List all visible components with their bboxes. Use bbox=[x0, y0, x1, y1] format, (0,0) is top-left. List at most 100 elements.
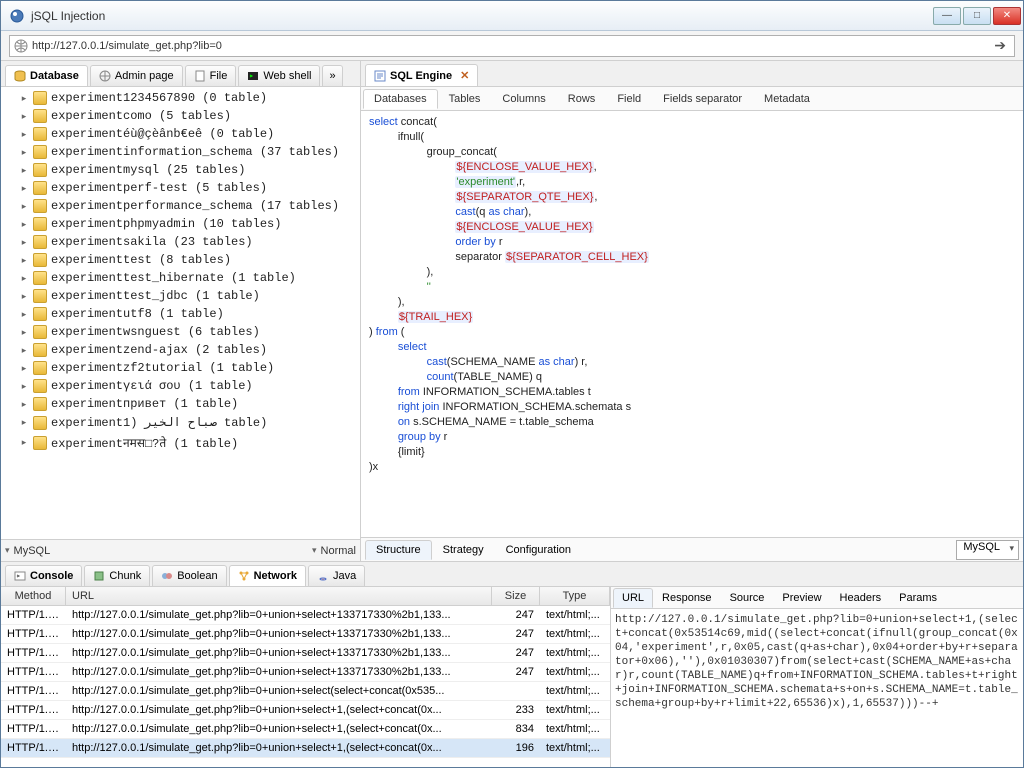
expander-icon[interactable]: ▸ bbox=[19, 381, 29, 391]
network-row[interactable]: HTTP/1.1...http://127.0.0.1/simulate_get… bbox=[1, 644, 610, 663]
network-row[interactable]: HTTP/1.1...http://127.0.0.1/simulate_get… bbox=[1, 739, 610, 758]
expander-icon[interactable]: ▸ bbox=[19, 291, 29, 301]
expander-icon[interactable]: ▸ bbox=[19, 219, 29, 229]
tab-sql-engine[interactable]: SQL Engine ✕ bbox=[365, 64, 478, 86]
status-db-engine[interactable]: ▾MySQL bbox=[5, 545, 50, 557]
tree-item[interactable]: ▸experiment1) صباح الخير table) bbox=[1, 413, 360, 432]
tree-item[interactable]: ▸experimentzf2tutorial (1 table) bbox=[1, 359, 360, 377]
bottomtab-boolean[interactable]: Boolean bbox=[152, 565, 226, 586]
url-field[interactable]: http://127.0.0.1/simulate_get.php?lib=0 … bbox=[9, 35, 1015, 57]
close-button[interactable]: ✕ bbox=[993, 7, 1021, 25]
structtab-configuration[interactable]: Configuration bbox=[495, 540, 582, 560]
expander-icon[interactable]: ▸ bbox=[19, 165, 29, 175]
detailtab-source[interactable]: Source bbox=[721, 588, 774, 608]
tree-item[interactable]: ▸experimentनमस□?ते (1 table) bbox=[1, 432, 360, 453]
expander-icon[interactable]: ▸ bbox=[19, 183, 29, 193]
tree-item[interactable]: ▸experimentzend-ajax (2 tables) bbox=[1, 341, 360, 359]
tree-item[interactable]: ▸experimentéù@çèânb€eê (0 table) bbox=[1, 125, 360, 143]
detail-body[interactable]: http://127.0.0.1/simulate_get.php?lib=0+… bbox=[611, 609, 1023, 767]
network-row[interactable]: HTTP/1.1...http://127.0.0.1/simulate_get… bbox=[1, 720, 610, 739]
network-row[interactable]: HTTP/1.1...http://127.0.0.1/simulate_get… bbox=[1, 625, 610, 644]
network-row[interactable]: HTTP/1.1...http://127.0.0.1/simulate_get… bbox=[1, 701, 610, 720]
structure-row: Structure Strategy Configuration MySQL bbox=[361, 537, 1023, 561]
tree-item[interactable]: ▸experimentmysql (25 tables) bbox=[1, 161, 360, 179]
tree-item[interactable]: ▸experimenttest (8 tables) bbox=[1, 251, 360, 269]
tree-item[interactable]: ▸experimentperf-test (5 tables) bbox=[1, 179, 360, 197]
subtab-metadata[interactable]: Metadata bbox=[753, 89, 821, 109]
db-type-select[interactable]: MySQL bbox=[956, 540, 1019, 560]
database-icon bbox=[33, 325, 47, 339]
expander-icon[interactable]: ▸ bbox=[19, 255, 29, 265]
terminal-icon bbox=[247, 70, 259, 82]
tab-database[interactable]: Database bbox=[5, 65, 88, 86]
detailtab-preview[interactable]: Preview bbox=[773, 588, 830, 608]
network-icon bbox=[238, 570, 250, 582]
bottomtab-java[interactable]: Java bbox=[308, 565, 365, 586]
tree-item[interactable]: ▸experimentinformation_schema (37 tables… bbox=[1, 143, 360, 161]
tree-label: experimentпривет (1 table) bbox=[51, 397, 238, 411]
header-type[interactable]: Type bbox=[540, 587, 610, 605]
detailtab-url[interactable]: URL bbox=[613, 588, 653, 608]
network-rows[interactable]: HTTP/1.1...http://127.0.0.1/simulate_get… bbox=[1, 606, 610, 767]
tree-item[interactable]: ▸experimentsakila (23 tables) bbox=[1, 233, 360, 251]
detailtab-headers[interactable]: Headers bbox=[831, 588, 891, 608]
tab-file[interactable]: File bbox=[185, 65, 237, 86]
expander-icon[interactable]: ▸ bbox=[19, 418, 29, 428]
network-row[interactable]: HTTP/1.1...http://127.0.0.1/simulate_get… bbox=[1, 663, 610, 682]
expander-icon[interactable]: ▸ bbox=[19, 309, 29, 319]
tab-admin-page[interactable]: Admin page bbox=[90, 65, 183, 86]
tree-item[interactable]: ▸ experimentпривет (1 table) bbox=[1, 395, 360, 413]
tab-web-shell[interactable]: Web shell bbox=[238, 65, 320, 86]
minimize-button[interactable]: — bbox=[933, 7, 961, 25]
database-icon bbox=[33, 361, 47, 375]
tree-item[interactable]: ▸experimentγειά σου (1 table) bbox=[1, 377, 360, 395]
expander-icon[interactable]: ▸ bbox=[19, 399, 29, 409]
subtab-field[interactable]: Field bbox=[606, 89, 652, 109]
subtab-columns[interactable]: Columns bbox=[491, 89, 556, 109]
detailtab-params[interactable]: Params bbox=[890, 588, 946, 608]
close-tab-icon[interactable]: ✕ bbox=[460, 69, 469, 82]
go-arrow-icon[interactable]: ➔ bbox=[990, 37, 1010, 54]
expander-icon[interactable]: ▸ bbox=[19, 363, 29, 373]
network-row[interactable]: HTTP/1.1...http://127.0.0.1/simulate_get… bbox=[1, 682, 610, 701]
tree-item[interactable]: ▸experimenttest_hibernate (1 table) bbox=[1, 269, 360, 287]
expander-icon[interactable]: ▸ bbox=[19, 273, 29, 283]
expander-icon[interactable]: ▸ bbox=[19, 237, 29, 247]
bottomtab-network[interactable]: Network bbox=[229, 565, 306, 586]
expander-icon[interactable]: ▸ bbox=[19, 201, 29, 211]
expander-icon[interactable]: ▸ bbox=[19, 438, 29, 448]
subtab-rows[interactable]: Rows bbox=[557, 89, 607, 109]
tree-item[interactable]: ▸experimentcomo (5 tables) bbox=[1, 107, 360, 125]
detailtab-response[interactable]: Response bbox=[653, 588, 721, 608]
subtab-fields-separator[interactable]: Fields separator bbox=[652, 89, 753, 109]
tab-overflow[interactable]: » bbox=[322, 65, 342, 86]
expander-icon[interactable]: ▸ bbox=[19, 327, 29, 337]
tree-item[interactable]: ▸experimentutf8 (1 table) bbox=[1, 305, 360, 323]
structtab-strategy[interactable]: Strategy bbox=[432, 540, 495, 560]
expander-icon[interactable]: ▸ bbox=[19, 147, 29, 157]
tree-item[interactable]: ▸experimentphpmyadmin (10 tables) bbox=[1, 215, 360, 233]
subtab-databases[interactable]: Databases bbox=[363, 89, 438, 109]
expander-icon[interactable]: ▸ bbox=[19, 345, 29, 355]
expander-icon[interactable]: ▸ bbox=[19, 111, 29, 121]
network-row[interactable]: HTTP/1.1...http://127.0.0.1/simulate_get… bbox=[1, 606, 610, 625]
sql-code-area[interactable]: select concat( ifnull( group_concat( ${E… bbox=[361, 111, 1023, 537]
url-bar: http://127.0.0.1/simulate_get.php?lib=0 … bbox=[1, 31, 1023, 61]
bottomtab-chunk[interactable]: Chunk bbox=[84, 565, 150, 586]
expander-icon[interactable]: ▸ bbox=[19, 129, 29, 139]
expander-icon[interactable]: ▸ bbox=[19, 93, 29, 103]
main-area: Database Admin page File Web shell » ▸ex… bbox=[1, 61, 1023, 561]
tree-item[interactable]: ▸experiment1234567890 (0 table) bbox=[1, 89, 360, 107]
subtab-tables[interactable]: Tables bbox=[438, 89, 492, 109]
header-method[interactable]: Method bbox=[1, 587, 66, 605]
tree-item[interactable]: ▸experimentperformance_schema (17 tables… bbox=[1, 197, 360, 215]
structtab-structure[interactable]: Structure bbox=[365, 540, 432, 560]
header-size[interactable]: Size bbox=[492, 587, 540, 605]
maximize-button[interactable]: □ bbox=[963, 7, 991, 25]
status-mode[interactable]: ▾Normal bbox=[312, 545, 356, 557]
tree-item[interactable]: ▸experimenttest_jdbc (1 table) bbox=[1, 287, 360, 305]
tree-item[interactable]: ▸experimentwsnguest (6 tables) bbox=[1, 323, 360, 341]
database-tree[interactable]: ▸experiment1234567890 (0 table)▸experime… bbox=[1, 87, 360, 539]
bottomtab-console[interactable]: Console bbox=[5, 565, 82, 586]
header-url[interactable]: URL bbox=[66, 587, 492, 605]
